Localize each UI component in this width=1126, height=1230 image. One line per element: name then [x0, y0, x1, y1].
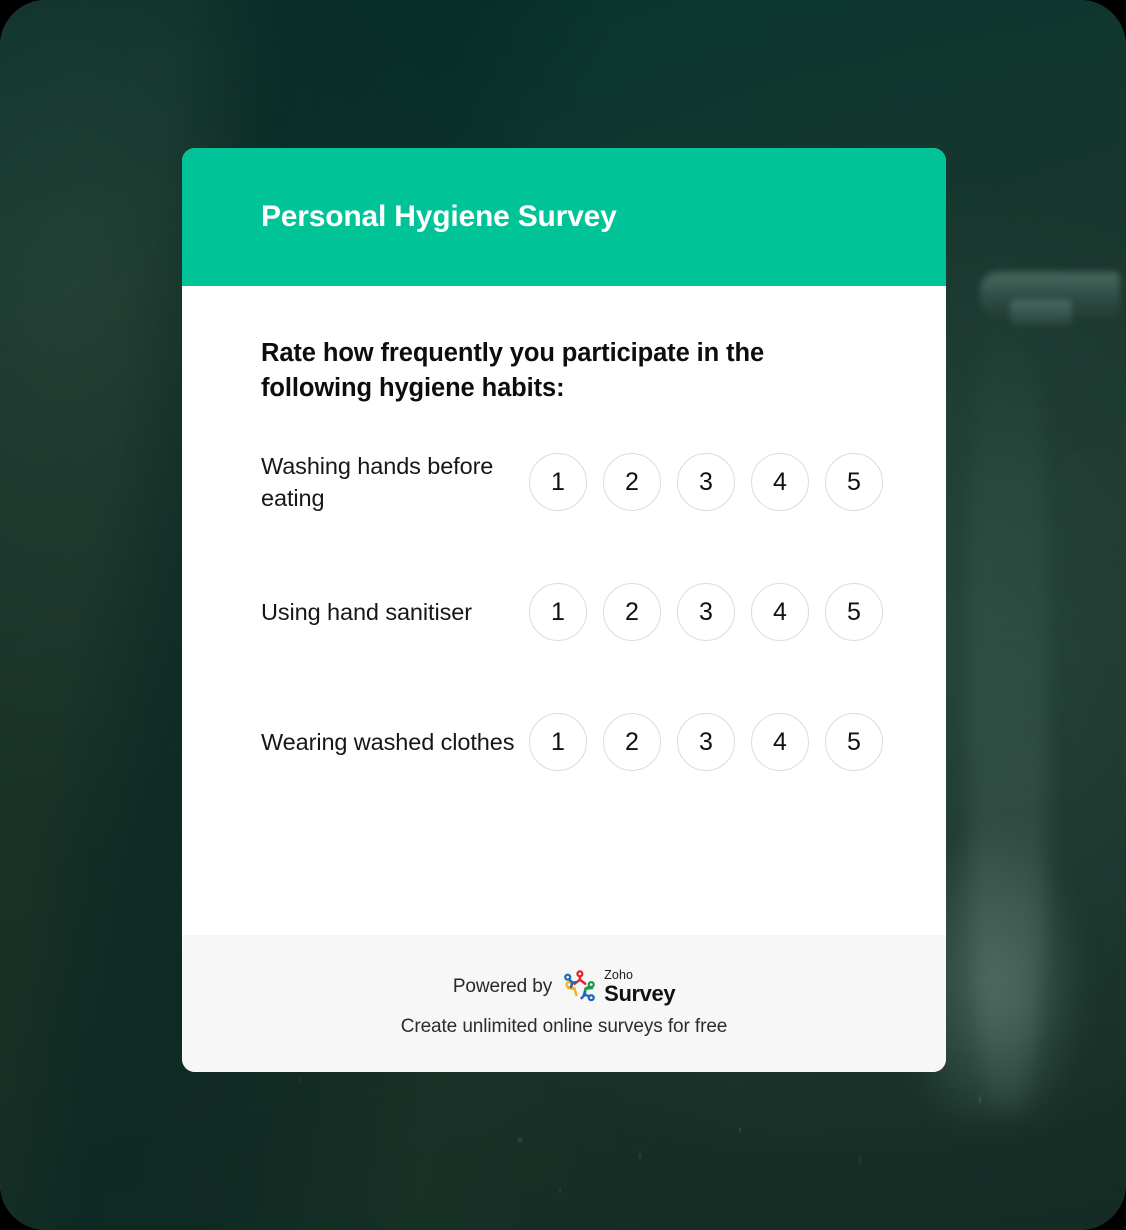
survey-preview-canvas: Personal Hygiene Survey Rate how frequen…	[0, 0, 1126, 1230]
zoho-wordmark: Zoho Survey	[604, 969, 675, 1006]
rating-option[interactable]: 3	[677, 453, 735, 512]
zoho-people-logo-icon	[564, 970, 595, 1002]
rating-option[interactable]: 5	[825, 453, 883, 512]
matrix-row-label: Wearing washed clothes	[261, 729, 515, 756]
survey-footer: Powered by Zoho Survey Create unlimited …	[182, 935, 946, 1072]
matrix-row: Washing hands before eating 1 2 3 4 5	[261, 443, 883, 521]
powered-by-row[interactable]: Powered by Zoho Survey	[452, 969, 676, 1006]
rating-option[interactable]: 4	[751, 713, 809, 772]
background-faucet-icon	[980, 272, 1120, 318]
matrix-row-label: Using hand sanitiser	[261, 599, 472, 626]
rating-option[interactable]: 4	[751, 453, 809, 512]
rating-scale: 1 2 3 4 5	[529, 583, 883, 642]
survey-header: Personal Hygiene Survey	[182, 148, 946, 286]
survey-brand-text: Survey	[604, 981, 676, 1007]
footer-tagline: Create unlimited online surveys for free	[400, 1016, 728, 1038]
rating-option[interactable]: 1	[529, 713, 587, 772]
rating-option[interactable]: 5	[825, 583, 883, 642]
rating-option[interactable]: 1	[529, 453, 587, 512]
survey-title: Personal Hygiene Survey	[261, 200, 617, 233]
survey-body: Rate how frequently you participate in t…	[182, 286, 946, 935]
matrix-row: Wearing washed clothes 1 2 3 4 5	[261, 703, 883, 781]
rating-option[interactable]: 2	[603, 453, 661, 512]
background-faucet-spout	[1010, 300, 1072, 326]
rating-option[interactable]: 3	[677, 583, 735, 642]
matrix-row: Using hand sanitiser 1 2 3 4 5	[261, 573, 883, 651]
powered-by-label: Powered by	[452, 976, 553, 997]
rating-option[interactable]: 3	[677, 713, 735, 772]
survey-card: Personal Hygiene Survey Rate how frequen…	[182, 148, 946, 1072]
rating-option[interactable]: 5	[825, 713, 883, 772]
rating-option[interactable]: 1	[529, 583, 587, 642]
rating-scale: 1 2 3 4 5	[529, 453, 883, 512]
zoho-brand-text: Zoho	[604, 967, 634, 982]
rating-option[interactable]: 2	[603, 713, 661, 772]
question-text: Rate how frequently you participate in t…	[261, 339, 765, 403]
zoho-survey-logo[interactable]: Zoho Survey	[561, 969, 676, 1006]
rating-scale: 1 2 3 4 5	[529, 713, 883, 772]
background-water-stream	[968, 300, 1048, 1110]
rating-option[interactable]: 4	[751, 583, 809, 642]
rating-option[interactable]: 2	[603, 583, 661, 642]
matrix-row-label: Washing hands before eating	[261, 452, 494, 512]
